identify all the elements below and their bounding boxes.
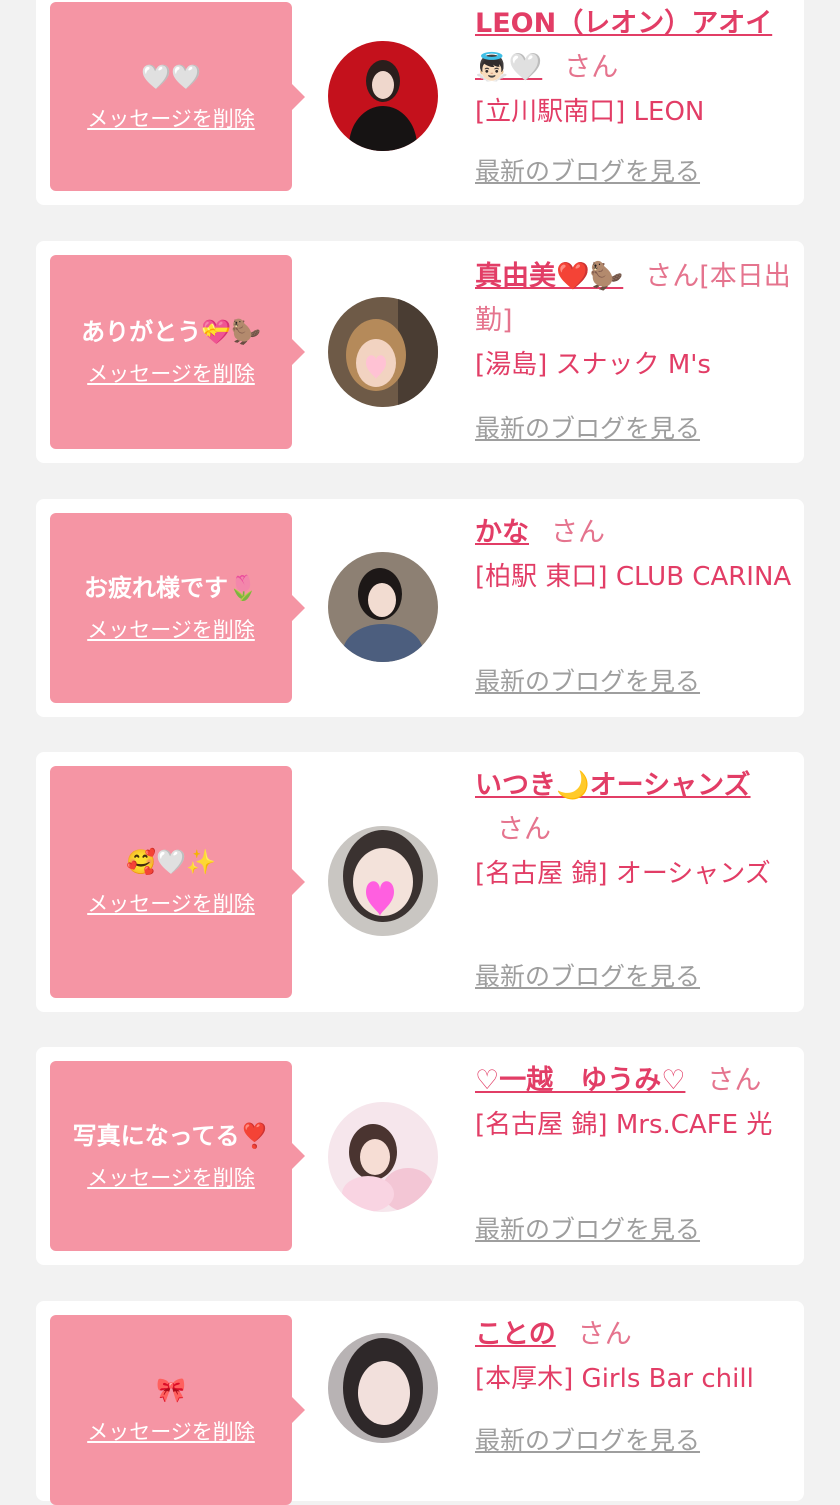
message-text: 🤍🤍 [141, 62, 201, 91]
san-label: さん [707, 1065, 762, 1096]
message-bubble: ありがとう💝🦫 メッセージを削除 [50, 255, 305, 449]
avatar-photo [328, 1102, 438, 1212]
shop-info: [名古屋 錦] Mrs.CAFE 光 [475, 1110, 773, 1140]
avatar[interactable] [328, 826, 438, 936]
shop-info: [本厚木] Girls Bar chill [475, 1364, 754, 1394]
san-label: さん [577, 1319, 632, 1350]
sender-info: ことの さん [本厚木] Girls Bar chill [475, 1301, 795, 1401]
avatar-photo [328, 297, 438, 407]
san-label: さん [551, 517, 605, 548]
avatar-photo [328, 552, 438, 662]
delete-message-link[interactable]: メッセージを削除 [87, 890, 255, 918]
san-label: さん [564, 52, 619, 83]
avatar-photo [328, 1333, 438, 1443]
message-text: ありがとう💝🦫 [81, 318, 261, 346]
message-text: 写真になってる❣️ [72, 1122, 270, 1150]
avatar-photo [328, 41, 438, 151]
message-bubble: 🤍🤍 メッセージを削除 [50, 2, 305, 191]
latest-blog-link[interactable]: 最新のブログを見る [475, 1425, 700, 1457]
avatar[interactable] [328, 1333, 438, 1443]
message-text: 🎀 [156, 1376, 186, 1404]
delete-message-link[interactable]: メッセージを削除 [87, 1164, 255, 1192]
sender-name-link[interactable]: ことの [475, 1319, 556, 1350]
san-label: さん [497, 814, 551, 845]
sender-info: いつき🌙オーシャンズさん [名古屋 錦] オーシャンズ [475, 752, 795, 896]
latest-blog-link[interactable]: 最新のブログを見る [475, 156, 700, 188]
message-bubble: お疲れ様です🌷 メッセージを削除 [50, 513, 305, 703]
sender-info: LEON（レオン）アオイ👼🏻🤍 さん [立川駅南口] LEON [475, 0, 795, 134]
sender-info: 真由美❤️🦫 さん[本日出勤] [湯島] スナック M's [475, 241, 795, 387]
avatar[interactable] [328, 297, 438, 407]
delete-message-link[interactable]: メッセージを削除 [87, 616, 255, 644]
latest-blog-link[interactable]: 最新のブログを見る [475, 1214, 700, 1246]
message-card: 写真になってる❣️ メッセージを削除 ♡一越 ゆうみ♡ さん [名古屋 錦] Mr… [36, 1047, 804, 1265]
avatar[interactable] [328, 41, 438, 151]
latest-blog-link[interactable]: 最新のブログを見る [475, 666, 700, 698]
message-text: 🥰🤍✨ [126, 848, 216, 876]
avatar-photo [328, 826, 438, 936]
sender-name-link[interactable]: ♡一越 ゆうみ♡ [475, 1065, 685, 1096]
message-text: お疲れ様です🌷 [84, 574, 258, 602]
san-label: さん [645, 261, 700, 292]
sender-name-link[interactable]: 真由美❤️🦫 [475, 261, 623, 292]
avatar[interactable] [328, 1102, 438, 1212]
shop-info: [立川駅南口] LEON [475, 97, 705, 127]
message-bubble: 🥰🤍✨ メッセージを削除 [50, 766, 305, 998]
sender-info: かな さん [柏駅 東口] CLUB CARINA [475, 499, 795, 599]
avatar[interactable] [328, 552, 438, 662]
message-card: 🤍🤍 メッセージを削除 LEON（レオン）アオイ👼🏻🤍 さん [立川駅南口] LE… [36, 0, 804, 205]
shop-info: [柏駅 東口] CLUB CARINA [475, 562, 792, 592]
shop-info: [湯島] スナック M's [475, 350, 711, 380]
message-list: 🤍🤍 メッセージを削除 LEON（レオン）アオイ👼🏻🤍 さん [立川駅南口] LE… [0, 0, 840, 1505]
sender-name-link[interactable]: いつき🌙オーシャンズ [475, 770, 751, 801]
latest-blog-link[interactable]: 最新のブログを見る [475, 961, 700, 993]
delete-message-link[interactable]: メッセージを削除 [87, 105, 255, 133]
message-card: ありがとう💝🦫 メッセージを削除 真由美❤️🦫 さん[本日出勤] [湯島] スナッ… [36, 241, 804, 463]
shop-info: [名古屋 錦] オーシャンズ [475, 859, 771, 889]
message-card: 🎀 メッセージを削除 ことの さん [本厚木] Girls Bar chill 最… [36, 1301, 804, 1505]
message-card: 🥰🤍✨ メッセージを削除 いつき🌙オーシャンズさん [名古屋 錦] オーシャンズ… [36, 752, 804, 1012]
sender-name-link[interactable]: かな [475, 517, 529, 548]
message-card: お疲れ様です🌷 メッセージを削除 かな さん [柏駅 東口] CLUB CARIN… [36, 499, 804, 717]
sender-name-link[interactable]: LEON（レオン）アオイ👼🏻🤍 [475, 8, 772, 83]
message-bubble: 写真になってる❣️ メッセージを削除 [50, 1061, 305, 1251]
sender-info: ♡一越 ゆうみ♡ さん [名古屋 錦] Mrs.CAFE 光 [475, 1047, 795, 1147]
latest-blog-link[interactable]: 最新のブログを見る [475, 413, 700, 445]
delete-message-link[interactable]: メッセージを削除 [87, 1418, 255, 1446]
message-bubble: 🎀 メッセージを削除 [50, 1315, 305, 1505]
delete-message-link[interactable]: メッセージを削除 [87, 360, 255, 388]
